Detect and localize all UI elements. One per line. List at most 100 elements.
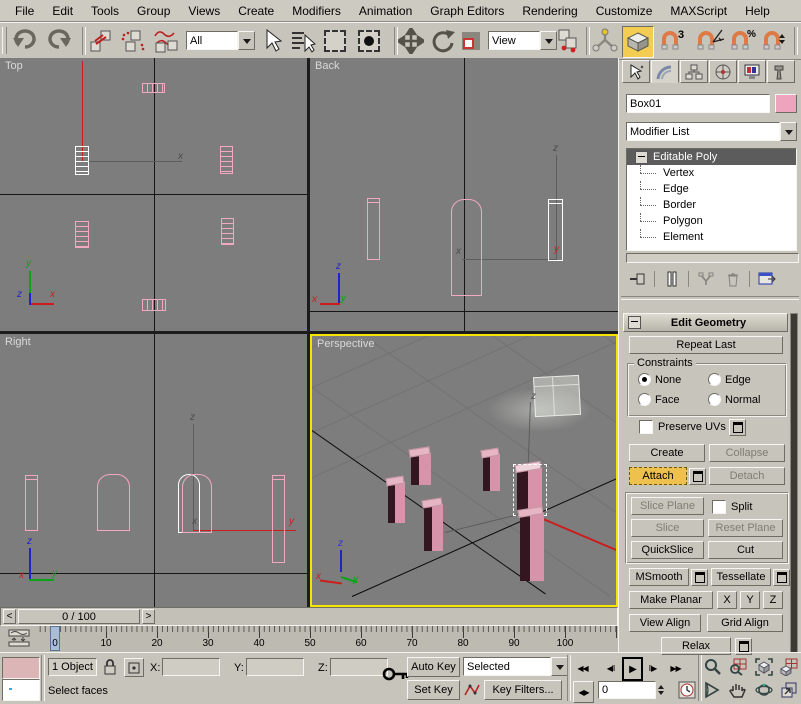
make-planar-z-button[interactable]: Z — [763, 591, 783, 609]
rollout-edit-geometry-header[interactable]: Edit Geometry — [623, 313, 788, 332]
slice-button[interactable]: Slice — [631, 519, 704, 537]
configure-modifier-sets-button[interactable] — [756, 269, 777, 289]
slice-plane-button[interactable]: Slice Plane — [631, 497, 704, 515]
msmooth-settings-button[interactable] — [691, 569, 708, 586]
scene-box[interactable] — [182, 474, 212, 533]
menu-animation[interactable]: Animation — [350, 1, 421, 21]
time-configuration-button[interactable] — [678, 681, 696, 699]
key-mode-arrow[interactable] — [551, 657, 568, 676]
key-filters-button[interactable]: Key Filters... — [484, 680, 562, 700]
tab-utilities[interactable] — [767, 60, 795, 83]
preserve-uvs-checkbox[interactable]: Preserve UVs — [639, 420, 726, 434]
scene-box[interactable] — [451, 199, 482, 296]
set-key-button[interactable]: Set Key — [407, 680, 460, 700]
time-next-button[interactable]: > — [142, 609, 155, 624]
modifier-list-arrow[interactable] — [780, 122, 797, 141]
scene-box[interactable] — [367, 198, 380, 260]
viewport-back[interactable]: Back z x y z x y — [310, 58, 618, 331]
view-align-button[interactable]: View Align — [629, 614, 701, 632]
key-mode-toggle-button[interactable]: ◀▶ — [573, 681, 594, 703]
maxscript-macro-recorder[interactable] — [2, 657, 40, 679]
select-and-move-button[interactable] — [398, 28, 424, 54]
detach-button[interactable]: Detach — [709, 467, 785, 485]
select-and-scale-button[interactable] — [460, 30, 482, 52]
make-planar-x-button[interactable]: X — [717, 591, 737, 609]
time-slider-track[interactable]: < 0 / 100 > — [0, 607, 618, 626]
split-checkbox[interactable]: Split — [712, 500, 752, 514]
viewport-perspective-label[interactable]: Perspective — [317, 338, 374, 350]
redo-button[interactable] — [44, 28, 72, 52]
zoom-all-button[interactable] — [727, 657, 748, 677]
preserve-uvs-settings-button[interactable] — [729, 419, 746, 436]
rollout-minus-icon[interactable] — [628, 316, 641, 329]
set-keys-button[interactable] — [382, 665, 410, 683]
scene-box-3d[interactable] — [411, 453, 431, 485]
frame-number-spinner[interactable]: 0 — [598, 681, 664, 699]
menu-customize[interactable]: Customize — [587, 1, 662, 21]
make-planar-y-button[interactable]: Y — [740, 591, 760, 609]
tab-create[interactable] — [622, 60, 650, 83]
play-button[interactable]: ▶ — [622, 657, 643, 681]
scene-box[interactable] — [25, 475, 38, 531]
viewport-back-label[interactable]: Back — [315, 60, 339, 72]
window-crossing-toggle[interactable] — [358, 30, 380, 52]
stack-subitem-edge[interactable]: Edge — [627, 181, 796, 197]
unlink-selection-button[interactable] — [120, 29, 146, 53]
scene-box[interactable] — [142, 299, 166, 311]
snaps-toggle-button[interactable] — [622, 26, 654, 58]
gizmo-x-axis[interactable] — [82, 161, 182, 162]
menu-create[interactable]: Create — [229, 1, 283, 21]
scene-box[interactable] — [272, 475, 285, 563]
toolbar-grip[interactable] — [2, 27, 7, 54]
x-coord-field[interactable] — [162, 658, 220, 676]
tab-modify[interactable] — [651, 60, 679, 83]
scene-box[interactable] — [220, 146, 233, 174]
go-to-end-button[interactable]: ▶▶ — [666, 658, 685, 678]
viewport-right-label[interactable]: Right — [5, 336, 31, 348]
attach-button[interactable]: Attach — [629, 467, 687, 485]
frame-number-field[interactable]: 0 — [598, 681, 656, 699]
select-and-rotate-button[interactable] — [430, 28, 456, 54]
scene-box-3d[interactable] — [388, 482, 405, 523]
msmooth-button[interactable]: MSmooth — [629, 568, 689, 586]
reference-coordinate-dropdown[interactable]: View — [488, 31, 557, 50]
scene-box[interactable] — [75, 221, 89, 248]
scene-box[interactable] — [142, 83, 165, 93]
scene-box-3d[interactable] — [424, 504, 443, 551]
select-and-manipulate-button[interactable] — [592, 28, 618, 54]
spinner-snap-toggle[interactable] — [762, 29, 785, 51]
field-of-view-button[interactable] — [702, 680, 723, 700]
pan-button[interactable] — [727, 680, 748, 700]
arc-rotate-button[interactable] — [753, 680, 774, 700]
use-pivot-center-button[interactable] — [556, 28, 580, 54]
stack-subitem-vertex[interactable]: Vertex — [627, 165, 796, 181]
collapse-minus-icon[interactable] — [635, 151, 648, 164]
stack-subitem-polygon[interactable]: Polygon — [627, 213, 796, 229]
viewport-top-label[interactable]: Top — [5, 60, 23, 72]
radio-none[interactable]: None — [638, 373, 681, 386]
tab-display[interactable] — [738, 60, 766, 83]
menu-rendering[interactable]: Rendering — [513, 1, 586, 21]
attach-settings-button[interactable] — [689, 468, 706, 485]
show-end-result-button[interactable] — [661, 269, 682, 289]
radio-edge[interactable]: Edge — [708, 373, 751, 386]
select-object-button[interactable] — [260, 29, 282, 53]
scene-box[interactable] — [221, 218, 234, 245]
zoom-extents-button[interactable] — [753, 657, 774, 677]
radio-face[interactable]: Face — [638, 393, 679, 406]
object-color-swatch[interactable] — [775, 94, 797, 113]
menu-tools[interactable]: Tools — [82, 1, 128, 21]
viewport-perspective[interactable]: Perspective z x — [310, 334, 618, 607]
menu-help[interactable]: Help — [736, 1, 779, 21]
default-tangent-button[interactable] — [463, 682, 481, 698]
y-coord-field[interactable] — [246, 658, 304, 676]
scene-box-selected[interactable] — [548, 199, 563, 261]
make-unique-button[interactable] — [695, 269, 716, 289]
stack-item-editable-poly[interactable]: Editable Poly — [627, 149, 796, 165]
percent-snap-toggle[interactable]: % — [730, 29, 756, 51]
modifier-list-dropdown[interactable]: Modifier List — [626, 122, 797, 141]
scene-box-3d[interactable] — [520, 513, 544, 581]
viewport-top[interactable]: Top x y z x — [0, 58, 307, 331]
stack-subitem-border[interactable]: Border — [627, 197, 796, 213]
spinner-buttons[interactable] — [658, 681, 664, 699]
